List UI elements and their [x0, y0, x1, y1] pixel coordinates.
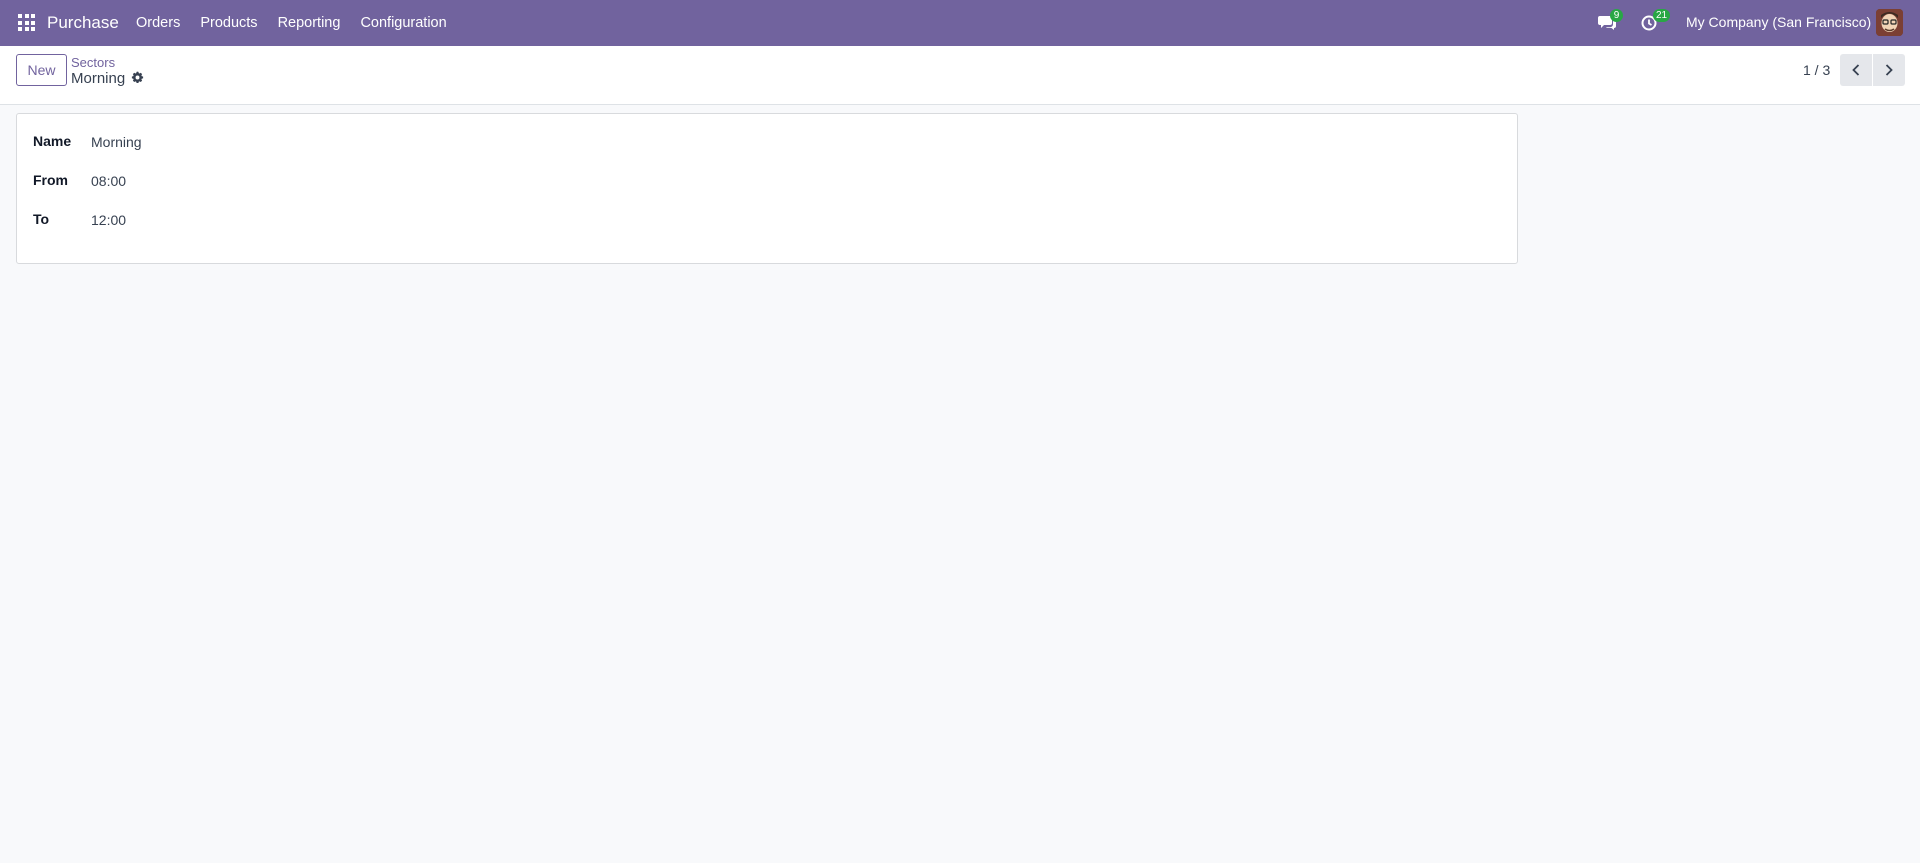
pager-previous-button[interactable] [1840, 54, 1872, 86]
name-label: Name [33, 133, 72, 149]
messages-button[interactable]: 9 [1597, 9, 1623, 34]
pager-next-button[interactable] [1873, 54, 1905, 86]
breadcrumb-parent-link[interactable]: Sectors [71, 55, 115, 70]
menu-item-configuration[interactable]: Configuration [350, 0, 456, 46]
breadcrumb-current: Morning [71, 70, 126, 87]
gear-icon[interactable] [131, 71, 144, 84]
chevron-right-icon [1885, 64, 1893, 76]
chevron-left-icon [1852, 64, 1860, 76]
activities-button[interactable]: 21 [1640, 9, 1671, 34]
form-sheet: Name Morning From 08:00 To 12:00 [16, 113, 1518, 264]
app-name[interactable]: Purchase [47, 13, 119, 33]
user-avatar-icon [1876, 9, 1903, 36]
menu-item-reporting[interactable]: Reporting [268, 0, 351, 46]
from-field[interactable]: 08:00 [91, 173, 126, 189]
menu-item-products[interactable]: Products [190, 0, 267, 46]
main-menu: Orders Products Reporting Configuration [126, 0, 457, 46]
from-label: From [33, 172, 68, 188]
new-button[interactable]: New [16, 54, 67, 86]
messages-count-badge: 9 [1610, 9, 1623, 22]
company-switcher[interactable]: My Company (San Francisco) [1686, 14, 1871, 30]
apps-menu-icon[interactable] [18, 14, 35, 31]
user-avatar[interactable] [1876, 9, 1903, 36]
activities-count-badge: 21 [1653, 9, 1671, 22]
control-panel: New Sectors Morning 1 / 3 [0, 46, 1920, 105]
top-navbar: Purchase Orders Products Reporting Confi… [0, 0, 1920, 46]
to-label: To [33, 211, 50, 227]
name-field[interactable]: Morning [91, 134, 142, 150]
menu-item-orders[interactable]: Orders [126, 0, 190, 46]
pager-value[interactable]: 1 / 3 [1803, 62, 1830, 78]
to-field[interactable]: 12:00 [91, 212, 126, 228]
